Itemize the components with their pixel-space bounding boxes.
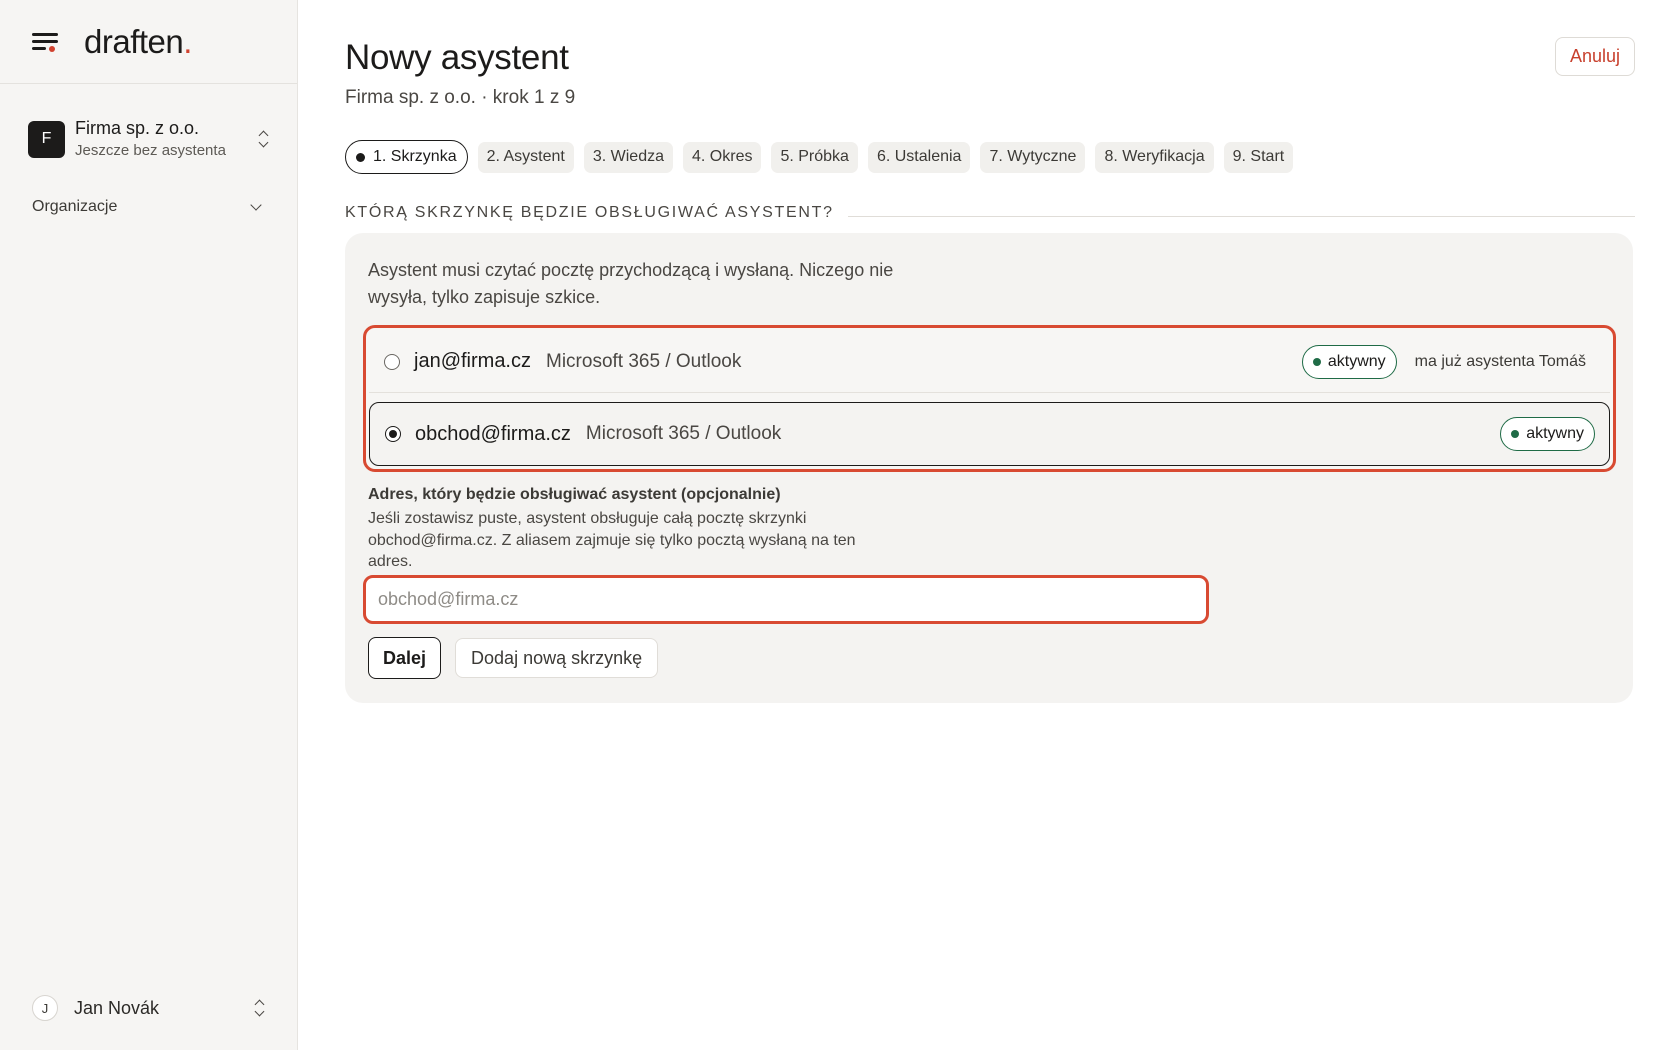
page-subtitle: Firma sp. z o.o. · krok 1 z 9 (345, 87, 576, 108)
step-label: 1. Skrzynka (373, 148, 457, 165)
page-title: Nowy asystent (345, 38, 569, 77)
org-subtitle: Jeszcze bez asystenta (75, 142, 226, 159)
divider (847, 215, 1635, 217)
mailbox-address: jan@firma.cz (414, 350, 531, 372)
mailbox-option-jan[interactable]: jan@firma.cz Microsoft 365 / Outlook akt… (369, 331, 1610, 393)
mailbox-provider: Microsoft 365 / Outlook (546, 350, 742, 372)
active-step-dot-icon (356, 152, 365, 162)
step-okres[interactable]: 4. Okres (683, 141, 762, 173)
chevron-up-down-icon (256, 130, 270, 148)
status-badge: aktywny (1500, 417, 1595, 451)
step-start[interactable]: 9. Start (1223, 141, 1294, 173)
user-menu[interactable]: J Jan Novák (32, 993, 266, 1023)
chevron-down-icon (250, 199, 262, 211)
mailbox-provider: Microsoft 365 / Outlook (585, 423, 782, 444)
section-heading-text: KTÓRĄ SKRZYNKĘ BĘDZIE OBSŁUGIWAĆ ASYSTEN… (345, 204, 834, 221)
next-button[interactable]: Dalej (368, 637, 442, 679)
status-badge-label: aktywny (1327, 352, 1386, 370)
section-heading: KTÓRĄ SKRZYNKĘ BĘDZIE OBSŁUGIWAĆ ASYSTEN… (345, 204, 1635, 222)
sidebar-section-organizacje[interactable]: Organizacje (32, 198, 264, 216)
wizard-steps: 1. Skrzynka 2. Asystent 3. Wiedza 4. Okr… (345, 140, 1303, 174)
org-avatar: F (28, 120, 65, 158)
mailbox-options: jan@firma.cz Microsoft 365 / Outlook akt… (363, 325, 1616, 472)
add-mailbox-button[interactable]: Dodaj nową skrzynkę (455, 638, 659, 678)
status-badge: aktywny (1301, 344, 1397, 379)
step-weryfikacja[interactable]: 8. Weryfikacja (1095, 141, 1214, 173)
org-switcher[interactable]: F Firma sp. z o.o. Jeszcze bez asystenta (28, 115, 270, 163)
card-description: Asystent musi czytać pocztę przychodzącą… (368, 260, 894, 307)
step-wiedza[interactable]: 3. Wiedza (583, 141, 673, 173)
radio-button[interactable] (384, 353, 400, 370)
step-probka[interactable]: 5. Próbka (771, 141, 858, 173)
alias-label: Adres, który będzie obsługiwać asystent … (368, 486, 781, 503)
step-wytyczne[interactable]: 7. Wytyczne (980, 141, 1086, 173)
radio-button-selected[interactable] (385, 426, 401, 442)
mailbox-option-obchod[interactable]: obchod@firma.cz Microsoft 365 / Outlook … (369, 402, 1610, 466)
brand-header: draften. (0, 0, 297, 84)
mailbox-note: ma już asystenta Tomáš (1414, 352, 1586, 370)
alias-help-text: Jeśli zostawisz puste, asystent obsługuj… (368, 510, 856, 570)
user-name: Jan Novák (74, 997, 160, 1018)
step-ustalenia[interactable]: 6. Ustalenia (867, 141, 971, 173)
cancel-button[interactable]: Anuluj (1554, 37, 1635, 76)
action-buttons: Dalej Dodaj nową skrzynkę (368, 637, 659, 679)
sidebar-section-label: Organizacje (32, 198, 118, 215)
avatar: J (32, 995, 58, 1021)
mailbox-address: obchod@firma.cz (415, 422, 571, 445)
logo: draften. (84, 22, 192, 60)
status-badge-label: aktywny (1526, 425, 1584, 442)
alias-input-wrapper (363, 575, 1209, 624)
step-asystent[interactable]: 2. Asystent (477, 141, 574, 173)
chevron-up-down-icon (252, 999, 266, 1017)
main-content: Nowy asystent Firma sp. z o.o. · krok 1 … (345, 0, 1635, 1050)
mailbox-card: Asystent musi czytać pocztę przychodzącą… (345, 233, 1633, 703)
step-skrzynka[interactable]: 1. Skrzynka (345, 140, 468, 174)
alias-input[interactable] (366, 578, 1206, 621)
status-dot-icon (1511, 430, 1520, 438)
status-dot-icon (1312, 357, 1321, 366)
sidebar: draften. F Firma sp. z o.o. Jeszcze bez … (0, 0, 298, 1050)
org-name: Firma sp. z o.o. (75, 118, 200, 138)
menu-icon[interactable] (32, 31, 60, 53)
